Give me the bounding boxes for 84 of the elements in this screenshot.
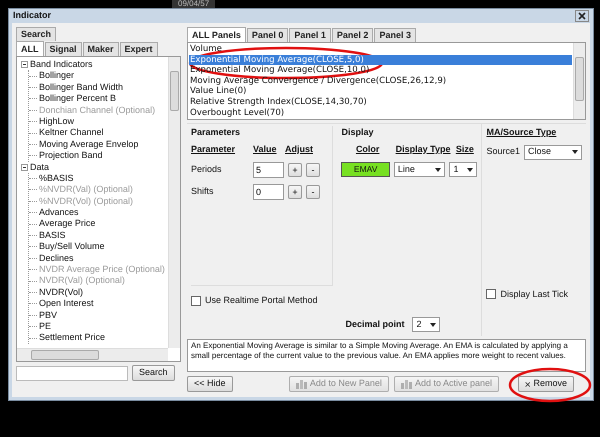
- checkbox-label: Use Realtime Portal Method: [205, 294, 318, 307]
- tab[interactable]: Panel 1: [289, 28, 331, 42]
- tree-item[interactable]: Buy/Sell Volume: [37, 241, 105, 253]
- display-type-dropdown[interactable]: Line: [394, 162, 446, 177]
- parameter-label: Shifts: [191, 185, 215, 198]
- value-field[interactable]: 5: [253, 162, 284, 178]
- list-item[interactable]: Relative Strength Index(CLOSE,14,30,70): [189, 96, 572, 108]
- decimal-dropdown[interactable]: 2: [412, 317, 440, 332]
- tab[interactable]: Panel 2: [332, 28, 374, 42]
- tree-item[interactable]: PE: [37, 320, 52, 332]
- bar-chart-icon: [400, 379, 412, 389]
- column-header: Size: [454, 142, 475, 156]
- remove-button[interactable]: Remove: [518, 376, 574, 392]
- tab[interactable]: Search: [16, 27, 56, 41]
- tree-item[interactable]: Keltner Channel: [37, 127, 104, 139]
- section-title: Parameters: [191, 126, 242, 139]
- tree-item[interactable]: BASIS: [37, 230, 66, 242]
- tree-item[interactable]: NVDR(Vol): [37, 286, 84, 298]
- tree-item[interactable]: Projection Band: [37, 150, 103, 162]
- column-header: Adjust: [285, 142, 314, 156]
- close-icon: [525, 380, 530, 388]
- tree-item[interactable]: Bollinger: [37, 70, 74, 82]
- tree-item[interactable]: Bollinger Band Width: [37, 82, 124, 94]
- search-field[interactable]: [16, 366, 128, 380]
- list-item[interactable]: Moving Average Convergence / Divergence(CLOSE,26,12,9): [189, 76, 572, 86]
- list-item[interactable]: Overbought Level(70): [189, 108, 572, 118]
- horizontal-scrollbar[interactable]: [17, 348, 168, 361]
- list-item[interactable]: Exponential Moving Average(CLOSE,5,0): [189, 54, 572, 66]
- tab[interactable]: Panel 3: [374, 28, 416, 42]
- list-item[interactable]: Value Line(0): [189, 86, 572, 97]
- increase-button[interactable]: +: [288, 185, 302, 199]
- caret-icon: [572, 150, 578, 154]
- tree-item[interactable]: %BASIS: [37, 172, 74, 184]
- list-item[interactable]: Volume: [189, 44, 572, 55]
- tree-item[interactable]: Open Interest: [37, 298, 94, 310]
- tree-item[interactable]: PBV: [37, 310, 58, 321]
- tree-item[interactable]: Advances: [37, 207, 79, 218]
- column-header: Color: [354, 142, 380, 156]
- checkbox[interactable]: [191, 296, 201, 306]
- source-dropdown[interactable]: Close: [524, 144, 582, 160]
- tree-item[interactable]: Moving Average Envelop: [37, 138, 138, 150]
- increase-button[interactable]: +: [288, 163, 302, 177]
- section-title: Display: [341, 126, 374, 139]
- checkbox[interactable]: [486, 289, 496, 300]
- description-text: An Exponential Moving Average is similar to a Simple Moving Average. An EMA is calculated by applying a small percentage of the current value to the previous value. An EMA applies more weight to recent values.: [191, 341, 569, 362]
- tab[interactable]: Panel 0: [246, 28, 288, 42]
- column-header: Value: [253, 142, 278, 156]
- chart-date-label: 09/04/57: [172, 0, 216, 8]
- size-dropdown[interactable]: 1: [449, 162, 478, 177]
- collapse-icon[interactable]: [21, 61, 28, 68]
- search-button[interactable]: Search: [132, 365, 175, 381]
- column-header: Parameter: [191, 142, 236, 156]
- caret-icon: [430, 322, 436, 326]
- decimal-label: Decimal point: [345, 318, 404, 331]
- caret-icon: [435, 168, 442, 172]
- tree-item[interactable]: Declines: [37, 252, 74, 264]
- source-label: Source1: [486, 145, 520, 158]
- tab[interactable]: ALL Panels: [187, 27, 246, 42]
- checkbox-label: Display Last Tick: [500, 288, 568, 301]
- section-title: MA/Source Type: [486, 126, 558, 139]
- vertical-scrollbar[interactable]: [573, 43, 585, 119]
- tab[interactable]: Expert: [120, 42, 158, 56]
- decrease-button[interactable]: -: [306, 185, 320, 199]
- collapse-icon[interactable]: [21, 164, 28, 171]
- tab[interactable]: Signal: [44, 42, 82, 56]
- tab[interactable]: Maker: [82, 42, 119, 56]
- window-title: Indicator: [13, 9, 52, 22]
- parameter-label: Periods: [191, 163, 223, 176]
- caret-icon: [467, 168, 474, 172]
- bar-chart-icon: [296, 379, 307, 389]
- tree-item[interactable]: HighLow: [37, 116, 74, 128]
- tree-group-item[interactable]: Band Indicators: [30, 59, 93, 70]
- hide-button[interactable]: << Hide: [187, 376, 233, 392]
- tree-item[interactable]: Average Price: [37, 218, 96, 230]
- tree-group-item[interactable]: Data: [30, 162, 50, 173]
- value-field[interactable]: 0: [253, 184, 284, 200]
- tree-item[interactable]: Settlement Price: [37, 332, 106, 344]
- decrease-button[interactable]: -: [306, 163, 320, 177]
- tab[interactable]: ALL: [16, 41, 44, 56]
- vertical-scrollbar[interactable]: [168, 57, 180, 348]
- color-swatch[interactable]: EMAV: [341, 162, 390, 177]
- close-button[interactable]: [575, 10, 589, 22]
- column-header: Display Type: [394, 142, 452, 156]
- tree-item[interactable]: Bollinger Percent B: [37, 93, 116, 105]
